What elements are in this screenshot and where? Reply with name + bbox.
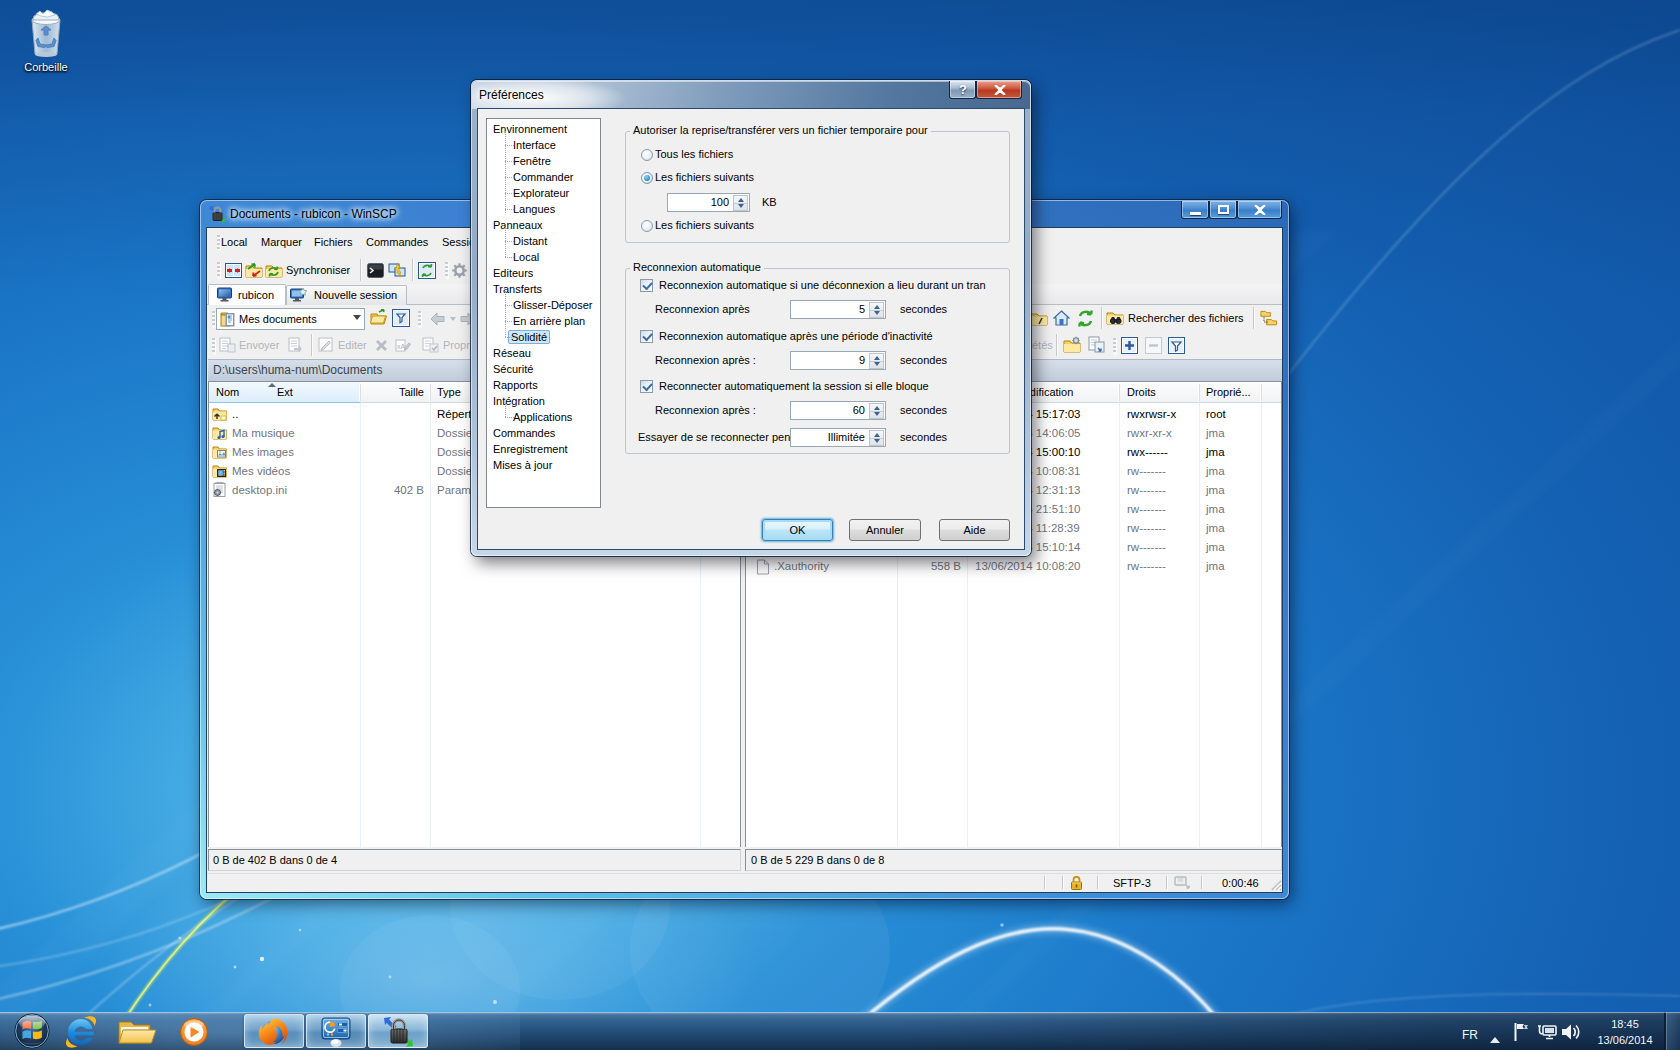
- svg-text:xA: xA: [397, 343, 406, 350]
